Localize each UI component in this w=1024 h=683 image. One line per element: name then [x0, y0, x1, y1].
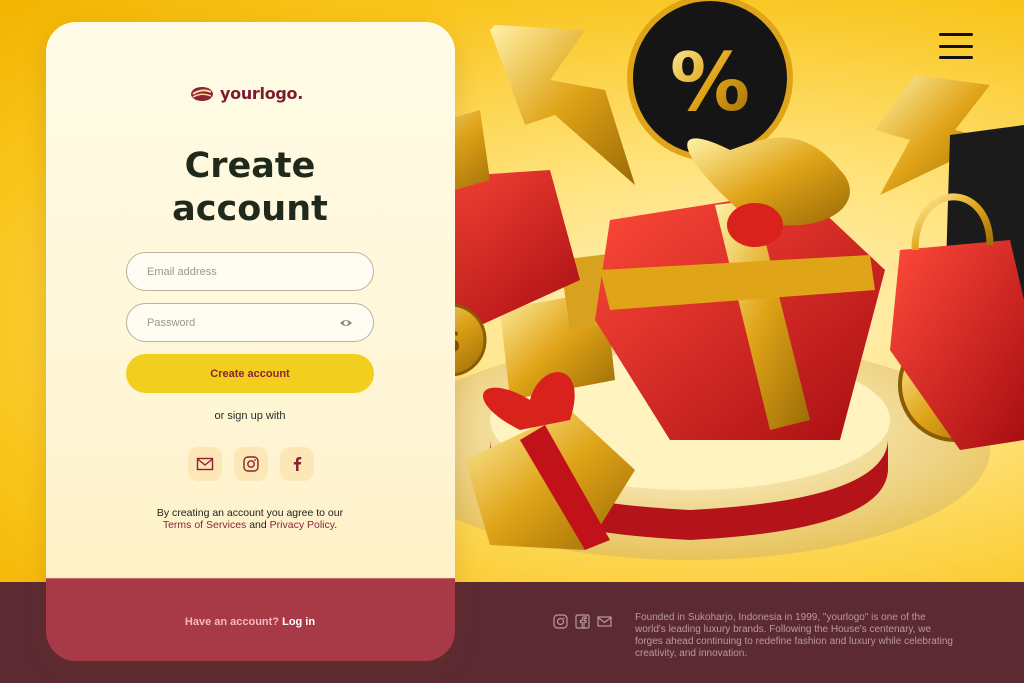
logo-text: yourlogo. — [220, 84, 304, 103]
terms-notice: By creating an account you agree to our … — [156, 507, 344, 531]
terms-link[interactable]: Terms of Services — [163, 519, 246, 531]
svg-text:%: % — [670, 36, 750, 129]
privacy-link[interactable]: Privacy Policy — [270, 519, 335, 531]
password-field[interactable]: Password — [126, 303, 374, 342]
gift-illustration: % $ $ — [390, 0, 1024, 560]
password-placeholder: Password — [147, 316, 196, 329]
footer-about-text: Founded in Sukoharjo, Indonesia in 1999,… — [635, 612, 953, 659]
create-account-button[interactable]: Create account — [126, 354, 374, 393]
mail-icon — [196, 457, 214, 471]
logo-icon — [191, 86, 213, 101]
mail-icon[interactable] — [597, 614, 612, 629]
facebook-signup-button[interactable] — [280, 447, 314, 481]
facebook-icon[interactable] — [575, 614, 590, 629]
footer-social-icons — [553, 614, 612, 629]
mail-signup-button[interactable] — [188, 447, 222, 481]
alt-signup-label: or sign up with — [214, 410, 286, 422]
instagram-icon[interactable] — [553, 614, 568, 629]
instagram-signup-button[interactable] — [234, 447, 268, 481]
social-signup-buttons — [188, 447, 314, 481]
instagram-icon — [243, 456, 259, 472]
brand-logo: yourlogo. — [190, 84, 303, 103]
facebook-icon — [293, 457, 302, 471]
login-prompt: Have an account? Log in — [184, 616, 316, 628]
page-title: Create account — [172, 146, 328, 229]
login-link[interactable]: Log in — [282, 616, 315, 628]
email-field[interactable]: Email address — [126, 252, 374, 291]
eye-icon[interactable] — [339, 316, 353, 330]
email-placeholder: Email address — [147, 265, 217, 278]
hamburger-menu-icon[interactable] — [939, 33, 973, 59]
